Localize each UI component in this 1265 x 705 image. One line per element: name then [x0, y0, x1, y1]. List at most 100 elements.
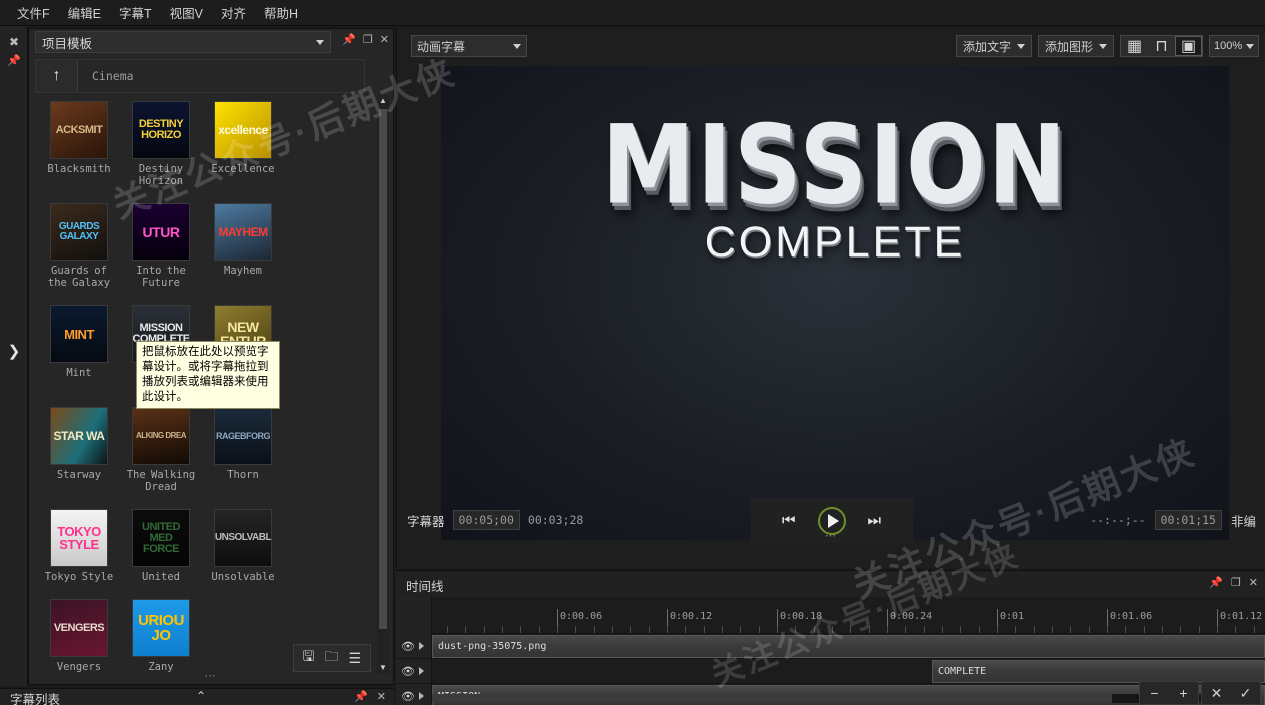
expand-triangle-icon[interactable]	[418, 642, 424, 650]
template-thumbnail[interactable]: UTUR	[132, 203, 190, 261]
chevron-right-icon[interactable]: ❯	[0, 342, 28, 360]
timeline-horizontal-scrollbar[interactable]	[432, 694, 1232, 703]
expand-triangle-icon[interactable]	[418, 667, 424, 675]
chevron-down-icon	[1246, 43, 1254, 49]
up-arrow-icon[interactable]: ↑	[36, 60, 78, 92]
ruler-minor-tick	[1107, 626, 1108, 633]
restore-icon[interactable]: ❐	[1231, 576, 1241, 589]
template-item[interactable]: URIOUJOZany Cartoon	[125, 599, 197, 674]
template-item[interactable]: UTUR Into the Future	[125, 203, 197, 289]
template-thumbnail[interactable]: VENGERS	[50, 599, 108, 657]
cancel-button[interactable]: ✕	[1202, 682, 1231, 704]
confirm-button[interactable]: ✓	[1231, 682, 1260, 704]
safe-area-icon[interactable]: ⊓	[1148, 36, 1175, 56]
template-item[interactable]: VENGERS Vengers	[43, 599, 115, 674]
video-preview-stage[interactable]: MISSION COMPLETE	[441, 66, 1229, 540]
time-total-field[interactable]: 00:01;15	[1154, 510, 1222, 530]
grid-icon[interactable]: ▦	[1121, 36, 1148, 56]
scroll-up-icon[interactable]: ▲	[377, 95, 389, 107]
eye-icon[interactable]: 👁	[401, 690, 415, 703]
template-item[interactable]: TOKYO STYLE Tokyo Style	[43, 509, 115, 583]
close-icon[interactable]: ✕	[1249, 576, 1258, 589]
ruler-minor-tick	[887, 626, 888, 633]
preview-resize-grip[interactable]: ⋯	[397, 529, 1265, 542]
track-header[interactable]: 👁	[396, 634, 431, 659]
ruler-minor-tick	[1015, 626, 1016, 633]
timeline-ruler[interactable]: 0:00.06 0:00.12 0:00.18 0:00.24 0:01 0:01.06 0…	[432, 597, 1265, 634]
template-thumbnail[interactable]: UNITED MED FORCE	[132, 509, 190, 567]
template-item[interactable]: ACKSMIT Blacksmith	[43, 101, 115, 187]
template-thumbnail[interactable]: MINT	[50, 305, 108, 363]
list-view-icon[interactable]: ☰	[348, 650, 361, 667]
template-thumbnail[interactable]: UNSOLVABL	[214, 509, 272, 567]
template-item[interactable]: MINT Mint	[43, 305, 115, 391]
track-header[interactable]: 👁	[396, 684, 431, 705]
ruler-minor-tick	[539, 626, 540, 633]
template-thumbnail[interactable]: STAR WA	[50, 407, 108, 465]
new-folder-icon[interactable]: 🗀	[324, 646, 338, 670]
restore-icon[interactable]: ❐	[363, 33, 373, 46]
template-label: United	[142, 571, 180, 583]
pin-icon[interactable]: 📌	[354, 690, 368, 703]
template-thumbnail[interactable]: xcellence	[214, 101, 272, 159]
timeline-track[interactable]: dust-png-35075.png	[432, 634, 1265, 659]
ruler-label: 0:00.06	[560, 611, 603, 622]
zoom-in-button[interactable]: +	[1169, 682, 1198, 704]
pin-icon[interactable]: 📌	[1209, 576, 1223, 589]
close-icon[interactable]: ✖	[0, 35, 28, 49]
menu-item-0[interactable]: 文件F	[8, 0, 59, 25]
subtitle-type-select[interactable]: 动画字幕	[411, 35, 527, 57]
menu-item-5[interactable]: 帮助H	[255, 0, 307, 25]
scrollbar-thumb[interactable]	[432, 694, 1112, 703]
template-item[interactable]: UNITED MED FORCE United	[125, 509, 197, 583]
template-thumbnail[interactable]: ACKSMIT	[50, 101, 108, 159]
template-thumbnail[interactable]: URIOU JO	[132, 599, 190, 657]
add-shape-button[interactable]: 添加图形	[1037, 35, 1114, 57]
template-item[interactable]: RAGEBFORG Thorn	[207, 407, 279, 493]
template-item[interactable]: xcellence Excellence	[207, 101, 279, 187]
frame-icon[interactable]: ▣	[1175, 36, 1202, 56]
template-item[interactable]: STAR WA Starway	[43, 407, 115, 493]
pin-icon[interactable]: 📌	[0, 54, 28, 67]
template-item[interactable]: MAYHEM Mayhem	[207, 203, 279, 289]
time-in-field[interactable]: 00:05;00	[452, 510, 520, 530]
next-frame-icon[interactable]: ⏭	[868, 512, 882, 529]
template-thumbnail-text: UNSOLVABL	[214, 532, 272, 543]
template-item[interactable]: ALKING DREA The Walking Dread	[125, 407, 197, 493]
template-item[interactable]: GUARDS GALAXY Guards of the Galaxy	[43, 203, 115, 289]
template-thumbnail[interactable]: GUARDS GALAXY	[50, 203, 108, 261]
template-category-select[interactable]: 项目模板	[35, 31, 331, 53]
track-header[interactable]: 👁	[396, 659, 431, 684]
panel-resize-grip[interactable]: ⋯	[29, 669, 393, 682]
previous-frame-icon[interactable]: ⏮	[782, 512, 796, 529]
menu-bar: 文件F 编辑E 字幕T 视图V 对齐 帮助H	[0, 0, 1265, 26]
timeline-clip[interactable]: COMPLETE	[932, 660, 1265, 683]
collapse-icon[interactable]: ⌃	[196, 689, 206, 703]
template-item[interactable]: DESTINY HORIZO Destiny Horizon	[125, 101, 197, 187]
pin-icon[interactable]: 📌	[342, 33, 356, 46]
template-item[interactable]: UNSOLVABL Unsolvable	[207, 509, 279, 583]
expand-triangle-icon[interactable]	[418, 692, 424, 700]
template-thumbnail[interactable]: DESTINY HORIZO	[132, 101, 190, 159]
template-grid-scrollbar[interactable]: ▲ ▼	[377, 95, 389, 674]
template-category-label: 项目模板	[42, 36, 93, 51]
template-thumbnail[interactable]: RAGEBFORG	[214, 407, 272, 465]
close-icon[interactable]: ✕	[377, 690, 386, 703]
menu-item-2[interactable]: 字幕T	[110, 0, 161, 25]
add-text-button[interactable]: 添加文字	[955, 35, 1032, 57]
scrollbar-thumb[interactable]	[379, 109, 387, 629]
save-icon[interactable]: 🖫	[303, 646, 315, 670]
menu-item-1[interactable]: 编辑E	[59, 0, 110, 25]
template-thumbnail[interactable]: ALKING DREA	[132, 407, 190, 465]
menu-item-4[interactable]: 对齐	[212, 0, 255, 25]
close-icon[interactable]: ✕	[380, 33, 389, 46]
clip-label: dust-png-35075.png	[438, 641, 547, 652]
eye-icon[interactable]: 👁	[401, 640, 415, 653]
eye-icon[interactable]: 👁	[401, 665, 415, 678]
timeline-clip[interactable]: dust-png-35075.png	[432, 635, 1265, 658]
template-thumbnail[interactable]: MAYHEM	[214, 203, 272, 261]
zoom-out-button[interactable]: −	[1140, 682, 1169, 704]
template-thumbnail[interactable]: TOKYO STYLE	[50, 509, 108, 567]
zoom-select[interactable]: 100%	[1209, 35, 1259, 57]
menu-item-3[interactable]: 视图V	[161, 0, 212, 25]
